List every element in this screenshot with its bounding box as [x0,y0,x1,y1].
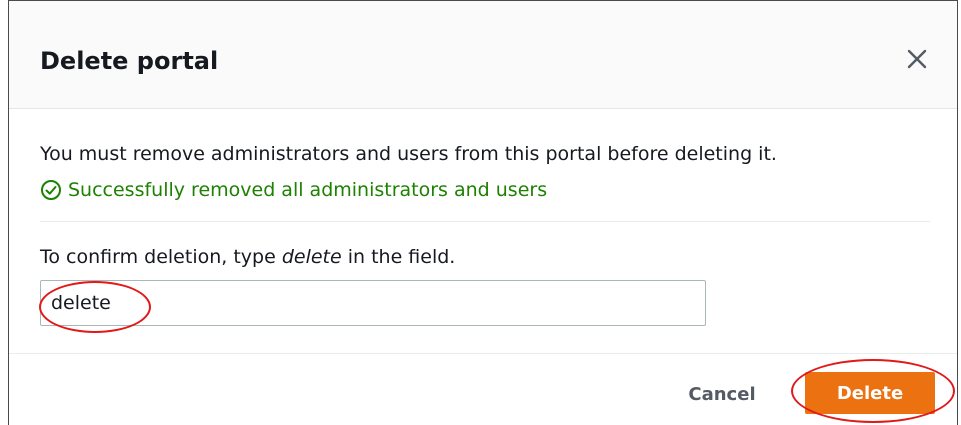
close-icon [906,48,928,74]
close-button[interactable] [899,43,935,79]
footer-divider [9,353,957,354]
content-divider [40,221,930,222]
confirm-label: To confirm deletion, type delete in the … [40,246,455,268]
cancel-button[interactable]: Cancel [670,375,774,413]
removal-requirement-text: You must remove administrators and users… [40,143,777,165]
confirm-label-prefix: To confirm deletion, type [40,246,282,268]
success-text: Successfully removed all administrators … [68,179,548,201]
confirm-label-suffix: in the field. [341,246,456,268]
success-message: Successfully removed all administrators … [40,179,547,201]
delete-button[interactable]: Delete [805,372,935,414]
check-circle-icon [40,179,62,201]
modal-header: Delete portal [9,1,957,109]
confirm-keyword: delete [281,246,342,268]
modal-title: Delete portal [40,47,219,75]
delete-portal-modal: Delete portal You must remove administra… [8,0,958,425]
confirm-delete-input[interactable] [40,280,706,326]
